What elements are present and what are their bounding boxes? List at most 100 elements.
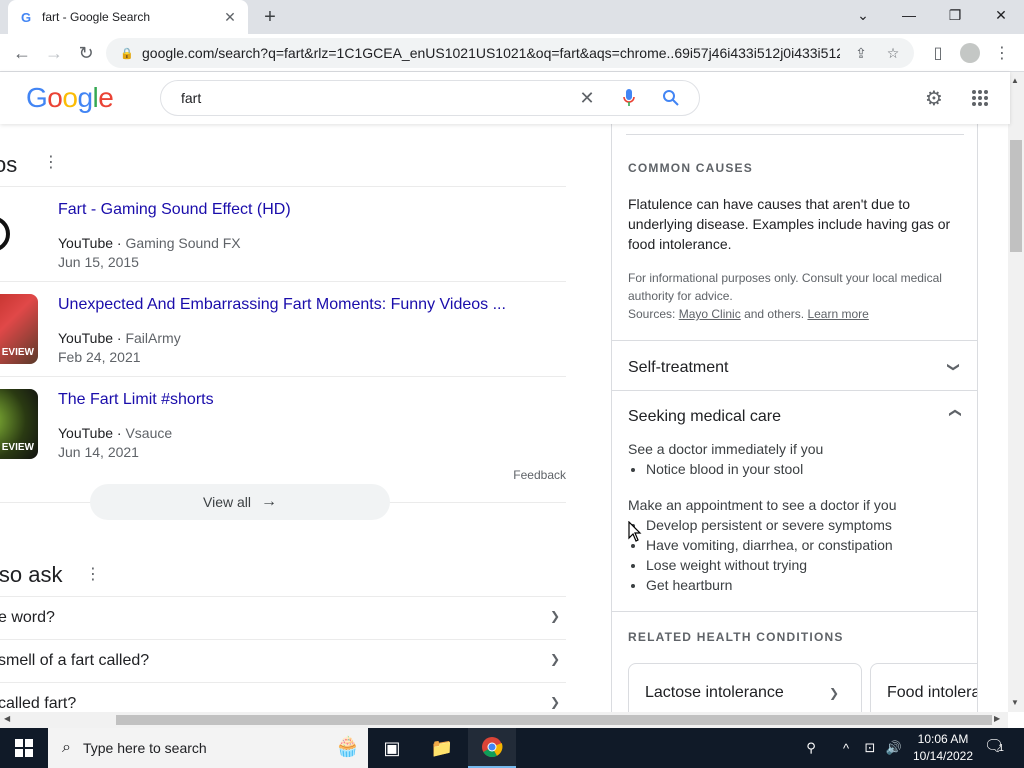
file-explorer-icon[interactable]: 📁 — [418, 728, 466, 768]
chevron-down-icon: ❯ — [549, 695, 560, 709]
chevron-up-icon[interactable]: ❯ — [947, 408, 961, 418]
view-all-button[interactable]: View all → — [90, 484, 390, 520]
start-button[interactable] — [0, 728, 48, 768]
list-item: Develop persistent or severe symptoms — [646, 515, 893, 535]
vertical-scrollbar[interactable]: ▲ ▼ — [1008, 72, 1024, 712]
chevron-down-icon[interactable]: ❯ — [947, 362, 961, 372]
task-view-icon[interactable]: ▣ — [368, 728, 416, 768]
chrome-taskbar-icon[interactable] — [468, 728, 516, 768]
tab-close-icon[interactable]: ✕ — [222, 9, 238, 25]
scroll-left-icon[interactable]: ◀ — [4, 714, 10, 723]
divider — [612, 390, 977, 391]
close-window-button[interactable]: ✕ — [978, 0, 1024, 30]
reload-icon[interactable]: ↻ — [74, 41, 98, 65]
search-box[interactable]: fart ✕ — [160, 80, 700, 116]
forward-arrow-icon[interactable]: → — [42, 41, 66, 65]
divider — [612, 611, 977, 612]
learn-more-link[interactable]: Learn more — [807, 307, 868, 321]
tab-title: fart - Google Search — [42, 10, 151, 24]
channel-name: Vsauce — [125, 425, 173, 441]
bookmark-star-icon[interactable]: ☆ — [882, 42, 904, 64]
browser-tabstrip: G fart - Google Search ✕ + ⌄ — ❐ ✕ — [0, 0, 1024, 34]
video-thumbnail[interactable] — [0, 199, 38, 269]
taskbar-search[interactable]: ⌕ Type here to search 🧁 — [48, 728, 368, 768]
browser-menu-icon[interactable]: ⋮ — [990, 41, 1014, 65]
channel-name: Gaming Sound FX — [125, 235, 241, 251]
mayo-clinic-link[interactable]: Mayo Clinic — [679, 307, 741, 321]
profile-avatar[interactable] — [958, 41, 982, 65]
video-source: YouTube · Vsauce — [58, 425, 173, 441]
side-panel-icon[interactable]: ▯ — [926, 41, 950, 65]
microphone-icon[interactable] — [617, 86, 641, 110]
divider — [626, 134, 964, 135]
source-name: YouTube — [58, 330, 114, 346]
disclaimer-text: For informational purposes only. Consult… — [628, 271, 942, 303]
seeking-care-accordion[interactable]: Seeking medical care — [628, 408, 781, 426]
self-treatment-accordion[interactable]: Self-treatment — [628, 359, 728, 377]
question-text: called fart? — [0, 695, 77, 712]
google-favicon-icon: G — [20, 9, 32, 25]
see-doctor-now: See a doctor immediately if you — [628, 441, 824, 457]
video-result[interactable]: EVIEW The Fart Limit #shorts YouTube · V… — [0, 376, 566, 471]
scroll-right-icon[interactable]: ▶ — [994, 714, 1000, 723]
show-hidden-icons-chevron-icon[interactable]: ^ — [838, 728, 854, 768]
notification-center-icon[interactable]: 🗨1 — [984, 736, 1004, 756]
video-result[interactable]: Fart - Gaming Sound Effect (HD) YouTube … — [0, 186, 566, 281]
video-thumbnail[interactable]: EVIEW — [0, 389, 38, 459]
video-thumbnail[interactable]: EVIEW — [0, 294, 38, 364]
address-bar[interactable]: 🔒 google.com/search?q=fart&rlz=1C1GCEA_e… — [106, 38, 914, 68]
scroll-down-icon[interactable]: ▼ — [1011, 698, 1019, 707]
people-icon[interactable]: ⚲ — [800, 728, 822, 768]
clear-search-icon[interactable]: ✕ — [575, 86, 599, 110]
divider — [612, 340, 977, 341]
video-result[interactable]: EVIEW Unexpected And Embarrassing Fart M… — [0, 281, 566, 376]
network-icon[interactable]: ⊡ — [860, 728, 880, 768]
condition-card[interactable]: Lactose intolerance ❯ — [628, 663, 862, 712]
appointment-symptom-list: Develop persistent or severe symptoms Ha… — [646, 515, 893, 595]
taskbar-clock[interactable]: 10:06 AM 10/14/2022 — [908, 731, 978, 765]
apps-grid-icon[interactable] — [968, 86, 992, 110]
tab-search-chevron-icon[interactable]: ⌄ — [840, 0, 886, 30]
settings-gear-icon[interactable]: ⚙ — [922, 86, 946, 110]
video-date: Jun 14, 2021 — [58, 444, 139, 460]
browser-tab[interactable]: G fart - Google Search ✕ — [8, 0, 248, 34]
share-icon[interactable]: ⇪ — [850, 42, 872, 64]
logo-letter: e — [98, 82, 114, 113]
condition-card[interactable]: Food intolera — [870, 663, 977, 712]
related-conditions-heading: RELATED HEALTH CONDITIONS — [628, 630, 844, 644]
windows-logo-icon — [15, 739, 33, 757]
video-title[interactable]: The Fart Limit #shorts — [58, 391, 214, 409]
new-tab-button[interactable]: + — [258, 6, 282, 28]
more-options-icon[interactable]: ⋮ — [85, 564, 101, 584]
search-icon: ⌕ — [62, 739, 71, 756]
video-title[interactable]: Fart - Gaming Sound Effect (HD) — [58, 201, 291, 219]
volume-icon[interactable]: 🔊 — [884, 728, 904, 768]
scrollbar-thumb[interactable] — [116, 715, 992, 725]
restore-button[interactable]: ❐ — [932, 0, 978, 30]
more-options-icon[interactable]: ⋮ — [43, 152, 59, 172]
paa-question[interactable]: called fart? ❯ — [0, 682, 566, 712]
view-all-label: View all — [203, 494, 251, 510]
list-item: Notice blood in your stool — [646, 459, 803, 479]
address-url[interactable]: google.com/search?q=fart&rlz=1C1GCEA_enU… — [142, 45, 840, 61]
video-title[interactable]: Unexpected And Embarrassing Fart Moments… — [58, 296, 506, 314]
video-source: YouTube · FailArmy — [58, 330, 181, 346]
horizontal-scrollbar[interactable]: ◀ ▶ — [0, 712, 1008, 728]
list-item: Get heartburn — [646, 575, 893, 595]
logo-letter: g — [77, 82, 93, 113]
paa-question[interactable]: e word? ❯ — [0, 596, 566, 639]
make-appointment: Make an appointment to see a doctor if y… — [628, 497, 897, 513]
search-icon[interactable] — [659, 86, 683, 110]
minimize-button[interactable]: — — [886, 0, 932, 30]
logo-letter: G — [26, 82, 48, 113]
feedback-link[interactable]: Feedback — [513, 468, 566, 482]
common-causes-heading: COMMON CAUSES — [628, 161, 753, 175]
google-logo[interactable]: Google — [26, 82, 114, 114]
notification-count: 1 — [998, 743, 1004, 754]
sources-label: Sources: — [628, 307, 676, 321]
paa-question[interactable]: smell of a fart called? ❯ — [0, 639, 566, 682]
search-input[interactable]: fart — [181, 90, 557, 106]
scrollbar-thumb[interactable] — [1010, 140, 1022, 252]
back-arrow-icon[interactable]: ← — [10, 41, 34, 65]
scroll-up-icon[interactable]: ▲ — [1011, 76, 1019, 85]
